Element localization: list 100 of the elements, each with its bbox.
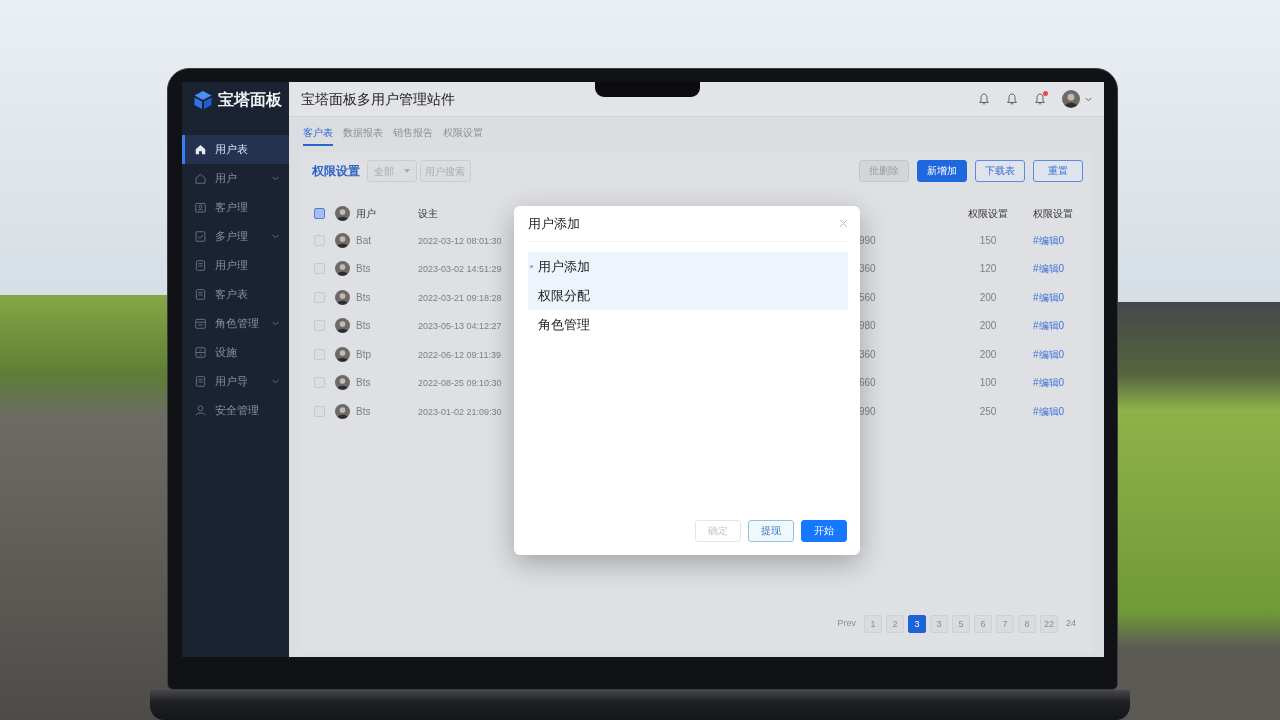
table-cell: Btp	[356, 348, 371, 360]
document-icon	[195, 260, 206, 271]
avatar-icon	[335, 261, 350, 277]
sidebar-item[interactable]: 用户理	[182, 251, 289, 280]
dialog-button[interactable]: 开始	[801, 520, 847, 542]
sidebar-item[interactable]: 用户	[182, 164, 289, 193]
table-cell: 200	[979, 320, 997, 332]
edit-link[interactable]: #编辑0	[1024, 291, 1065, 303]
table-cell: 360	[859, 348, 876, 360]
bell-icon[interactable]	[1006, 93, 1018, 105]
logo-icon	[193, 89, 213, 110]
document-icon	[195, 376, 206, 387]
menu-item[interactable]: 用户添加	[528, 252, 848, 281]
edit-link[interactable]: #编辑0	[1024, 320, 1065, 332]
chevron-down-icon	[272, 176, 279, 181]
table-cell: 980	[859, 320, 876, 332]
tab[interactable]: 客户表	[303, 127, 333, 146]
table-cell: 2022-08-25 09:10:30	[418, 378, 502, 388]
table-cell: 560	[859, 291, 876, 303]
table-cell: 2022-03-21 09:18:28	[418, 292, 502, 303]
table-cell: 2022-03-12 08:01:30	[418, 235, 502, 246]
page-button[interactable]: 5	[952, 615, 970, 633]
checkbox[interactable]	[314, 377, 325, 389]
page-link[interactable]: 24	[1066, 617, 1076, 631]
close-icon[interactable]	[839, 219, 848, 228]
menu-item[interactable]: 权限分配	[528, 281, 848, 310]
edit-link[interactable]: #编辑0	[1024, 405, 1065, 417]
page-button[interactable]: 3	[930, 615, 948, 633]
home-icon	[195, 144, 206, 155]
table-cell: 2023-03-02 14:51:29	[418, 264, 502, 274]
avatar-icon[interactable]	[1062, 90, 1080, 108]
page-button[interactable]: 7	[996, 615, 1014, 633]
bell-icon[interactable]	[1034, 93, 1046, 105]
page-button[interactable]: 6	[974, 615, 992, 633]
page-button[interactable]: 22	[1040, 615, 1058, 633]
page-button[interactable]: 8	[1018, 615, 1036, 633]
section-title: 权限设置	[312, 163, 360, 180]
checkbox[interactable]	[314, 320, 325, 332]
checkbox[interactable]	[314, 263, 325, 275]
avatar-icon	[335, 375, 350, 391]
page-button[interactable]: 1	[864, 615, 882, 633]
table-cell: Bts	[356, 320, 371, 332]
column-header: 权限设置	[968, 207, 1008, 219]
sidebar-item[interactable]: 设施	[182, 338, 289, 367]
edit-link[interactable]: #编辑0	[1024, 377, 1065, 389]
prev-link[interactable]: Prev	[837, 617, 856, 631]
chevron-down-icon[interactable]	[1085, 96, 1092, 102]
table-cell: Bts	[356, 377, 371, 389]
table-cell: 120	[979, 263, 997, 275]
table-cell: 360	[859, 263, 876, 275]
avatar-icon	[335, 346, 350, 362]
dialog-button[interactable]: 提现	[748, 520, 794, 542]
toolbar-button[interactable]: 新增加	[917, 160, 967, 182]
table-cell: Bts	[356, 291, 371, 303]
edit-link[interactable]: #编辑0	[1024, 263, 1065, 275]
sidebar-item[interactable]: 角色管理	[182, 309, 289, 338]
calendar-icon	[195, 318, 206, 329]
sidebar-item[interactable]: 用户表	[182, 135, 289, 164]
toolbar-button[interactable]: 重置	[1033, 160, 1083, 182]
table-cell: Bat	[356, 234, 371, 246]
column-header: 设主	[418, 207, 438, 219]
cabinet-icon	[195, 347, 206, 358]
tab[interactable]: 销售报告	[393, 127, 433, 146]
edit-link[interactable]: #编辑0	[1024, 234, 1065, 246]
table-cell: 990	[859, 405, 876, 417]
avatar-icon	[335, 403, 350, 419]
menu-item[interactable]: 角色管理	[528, 310, 848, 339]
table-cell: 2022-06-12 09:11:39	[418, 349, 501, 360]
table-cell: 660	[859, 377, 876, 389]
dialog-title: 用户添加	[528, 214, 580, 233]
checkbox[interactable]	[314, 291, 325, 303]
checkbox[interactable]	[314, 234, 325, 246]
toolbar-button[interactable]: 下载表	[975, 160, 1025, 182]
page-button[interactable]: 3	[908, 615, 926, 633]
sidebar-item[interactable]: 用户导	[182, 367, 289, 396]
sidebar-item[interactable]: 安全管理	[182, 396, 289, 425]
tab[interactable]: 数据报表	[343, 127, 383, 146]
avatar-icon	[335, 232, 350, 248]
table-cell: 100	[979, 377, 997, 389]
checkbox[interactable]	[314, 405, 325, 417]
table-cell: 250	[979, 405, 997, 417]
avatar-icon	[335, 205, 350, 221]
document-icon	[195, 289, 206, 300]
table-cell: 2023-05-13 04:12:27	[418, 321, 502, 331]
logo-text: 宝塔面板	[218, 89, 282, 110]
caret-icon	[404, 169, 410, 173]
checkbox[interactable]	[314, 207, 325, 219]
edit-link[interactable]: #编辑0	[1024, 348, 1065, 360]
checkbox[interactable]	[314, 348, 325, 360]
table-cell: Bts	[356, 263, 371, 275]
sidebar-item[interactable]: 多户理	[182, 222, 289, 251]
bell-icon[interactable]	[978, 93, 990, 105]
page-button[interactable]: 2	[886, 615, 904, 633]
user-icon	[195, 405, 206, 416]
sidebar-item[interactable]: 客户表	[182, 280, 289, 309]
sidebar-item[interactable]: 客户理	[182, 193, 289, 222]
chevron-down-icon	[272, 379, 279, 384]
table-cell: 200	[979, 348, 997, 360]
tab[interactable]: 权限设置	[443, 127, 483, 146]
checklist-icon	[195, 231, 206, 242]
